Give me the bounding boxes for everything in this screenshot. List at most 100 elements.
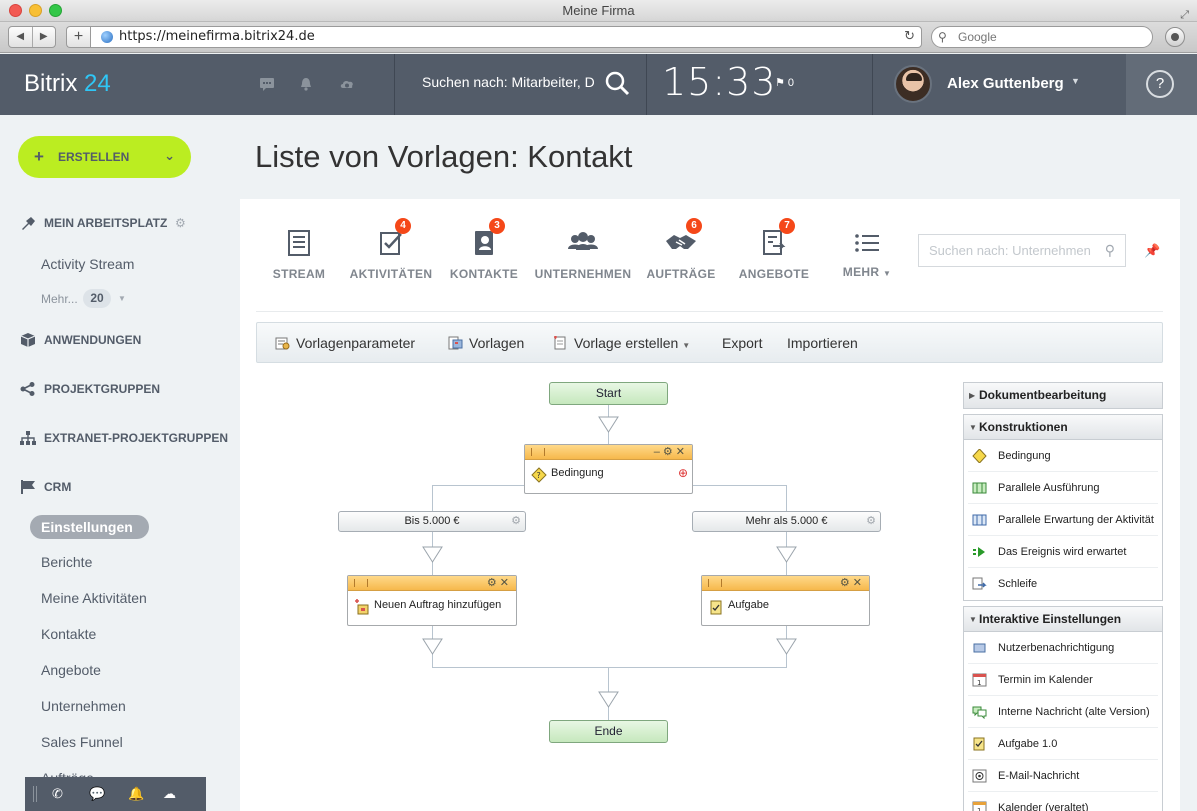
- activity-controls[interactable]: –⚙✕: [654, 445, 688, 459]
- sidebar-item-companies[interactable]: Unternehmen: [41, 698, 126, 714]
- add-deal-activity[interactable]: ⚙✕ Neuen Auftrag hinzufügen: [347, 575, 517, 626]
- drag-handle[interactable]: [33, 786, 37, 802]
- templates-button[interactable]: Vorlagen: [448, 335, 524, 351]
- template-params-button[interactable]: Vorlagenparameter: [275, 335, 415, 351]
- chevron-down-icon[interactable]: ▼: [1071, 76, 1080, 86]
- more-label: MEHR: [843, 265, 880, 279]
- user-name[interactable]: Alex Guttenberg: [947, 75, 1064, 92]
- sidebar-item-settings[interactable]: Einstellungen: [30, 515, 149, 539]
- interactive-item-notification[interactable]: Nutzerbenachrichtigung: [968, 632, 1158, 664]
- url-bar[interactable]: https://meinefirma.bitrix24.de ↻: [90, 26, 922, 48]
- pin-icon[interactable]: 📌: [1144, 243, 1160, 259]
- clock-time[interactable]: 15:33: [662, 60, 777, 104]
- email-icon: [972, 769, 987, 783]
- branch-label-right[interactable]: Mehr als 5.000 €⚙: [692, 511, 881, 532]
- import-button[interactable]: Importieren: [787, 335, 858, 351]
- zoom-window-button[interactable]: [49, 4, 62, 17]
- section-workspace[interactable]: MEIN ARBEITSPLATZ: [44, 216, 167, 230]
- help-button[interactable]: ?: [1146, 70, 1174, 98]
- create-template-button[interactable]: Vorlage erstellen ▼: [553, 335, 690, 351]
- crm-nav-companies[interactable]: UNTERNEHMEN: [533, 229, 633, 281]
- end-node[interactable]: Ende: [549, 720, 668, 743]
- new-tab-button[interactable]: +: [66, 26, 90, 48]
- chat-icon[interactable]: [259, 76, 275, 92]
- drag-handle[interactable]: [354, 579, 368, 587]
- chevron-down-icon[interactable]: ▼: [118, 294, 126, 303]
- browser-search-input[interactable]: ⚲ Google: [931, 26, 1153, 48]
- phone-icon[interactable]: ✆: [52, 786, 63, 802]
- gear-icon[interactable]: ⚙: [175, 216, 186, 230]
- section-crm[interactable]: CRM: [44, 480, 71, 494]
- back-button[interactable]: ◀: [9, 27, 33, 47]
- construction-item-event[interactable]: Das Ereignis wird erwartet: [968, 536, 1158, 568]
- loop-icon: [972, 577, 987, 591]
- sidebar-more-link[interactable]: Mehr...: [41, 292, 78, 306]
- sidebar-item-activity-stream[interactable]: Activity Stream: [41, 256, 134, 272]
- crm-nav-deals[interactable]: 6 AUFTRÄGE: [631, 229, 731, 281]
- panel-header-interactive[interactable]: ▼Interaktive Einstellungen: [964, 607, 1162, 632]
- section-extranet-groups[interactable]: EXTRANET-PROJEKTGRUPPEN: [44, 431, 228, 445]
- activity-controls[interactable]: ⚙✕: [840, 576, 865, 590]
- construction-item-loop[interactable]: Schleife: [968, 568, 1158, 600]
- section-project-groups[interactable]: PROJEKTGRUPPEN: [44, 382, 160, 396]
- crm-nav-more[interactable]: MEHR ▼: [817, 229, 917, 279]
- interactive-title: Interaktive Einstellungen: [979, 612, 1121, 626]
- activity-header[interactable]: –⚙✕: [525, 445, 692, 460]
- crm-nav-activities[interactable]: 4 AKTIVITÄTEN: [341, 229, 441, 281]
- start-node[interactable]: Start: [549, 382, 668, 405]
- sidebar-item-my-activities[interactable]: Meine Aktivitäten: [41, 590, 147, 606]
- interactive-item-email[interactable]: E-Mail-Nachricht: [968, 760, 1158, 792]
- chat-icon[interactable]: 💬: [89, 786, 105, 802]
- activity-controls[interactable]: ⚙✕: [487, 576, 512, 590]
- crm-nav-stream[interactable]: STREAM: [249, 229, 349, 281]
- interactive-item-task[interactable]: Aufgabe 1.0: [968, 728, 1158, 760]
- crm-nav-quotes[interactable]: 7 ANGEBOTE: [724, 229, 824, 281]
- bell-icon[interactable]: 🔔: [128, 786, 144, 802]
- flag-counter[interactable]: ⚑ 0: [775, 76, 794, 89]
- minimize-window-button[interactable]: [29, 4, 42, 17]
- interactive-item-internal-message[interactable]: Interne Nachricht (alte Version): [968, 696, 1158, 728]
- construction-item-condition[interactable]: Bedingung: [968, 440, 1158, 472]
- chevron-down-icon: ▼: [682, 341, 690, 350]
- interactive-item-calendar-legacy[interactable]: 1 Kalender (veraltet): [968, 792, 1158, 811]
- bell-icon[interactable]: [298, 76, 314, 92]
- activity-header[interactable]: ⚙✕: [702, 576, 869, 591]
- panel-header-document-editing[interactable]: ▶Dokumentbearbeitung: [964, 383, 1162, 408]
- sidebar-item-contacts[interactable]: Kontakte: [41, 626, 96, 642]
- user-avatar[interactable]: [894, 65, 932, 103]
- drag-handle[interactable]: [531, 448, 545, 456]
- sidebar-item-quotes[interactable]: Angebote: [41, 662, 101, 678]
- quotes-badge: 7: [779, 218, 795, 234]
- header-search-input[interactable]: Suchen nach: Mitarbeiter, D: [422, 74, 594, 90]
- crm-nav-contacts[interactable]: 3 KONTAKTE: [434, 229, 534, 281]
- close-window-button[interactable]: [9, 4, 22, 17]
- sidebar-item-reports[interactable]: Berichte: [41, 554, 92, 570]
- plus-icon: +: [34, 136, 44, 178]
- interactive-item-calendar-event[interactable]: 1 Termin im Kalender: [968, 664, 1158, 696]
- activity-header[interactable]: ⚙✕: [348, 576, 516, 591]
- create-button[interactable]: + ERSTELLEN ⌄: [18, 136, 191, 178]
- sidebar-item-sales-funnel[interactable]: Sales Funnel: [41, 734, 123, 750]
- new-document-icon: [553, 336, 568, 350]
- drag-handle[interactable]: [708, 579, 722, 587]
- construction-item-parallel-wait[interactable]: Parallele Erwartung der Aktivität: [968, 504, 1158, 536]
- panel-header-constructions[interactable]: ▼Konstruktionen: [964, 415, 1162, 440]
- export-button[interactable]: Export: [722, 335, 762, 351]
- cloud-icon[interactable]: [339, 76, 355, 92]
- add-branch-icon[interactable]: ⊕: [678, 466, 688, 480]
- downloads-button[interactable]: [1165, 27, 1185, 47]
- crm-search-input[interactable]: Suchen nach: Unternehmen ⚲: [918, 234, 1126, 267]
- bitrix-logo[interactable]: Bitrix 24: [24, 70, 111, 98]
- condition-activity[interactable]: –⚙✕ ? Bedingung ⊕: [524, 444, 693, 494]
- stream-icon: [286, 229, 312, 257]
- gear-icon[interactable]: ⚙: [511, 512, 521, 531]
- search-icon[interactable]: [604, 70, 630, 96]
- section-applications[interactable]: ANWENDUNGEN: [44, 333, 141, 347]
- branch-label-left[interactable]: Bis 5.000 €⚙: [338, 511, 526, 532]
- reload-icon[interactable]: ↻: [904, 27, 915, 47]
- cloud-icon[interactable]: ☁: [163, 786, 176, 802]
- forward-button[interactable]: ▶: [33, 27, 56, 47]
- gear-icon[interactable]: ⚙: [866, 512, 876, 531]
- task-activity[interactable]: ⚙✕ Aufgabe: [701, 575, 870, 626]
- construction-item-parallel[interactable]: Parallele Ausführung: [968, 472, 1158, 504]
